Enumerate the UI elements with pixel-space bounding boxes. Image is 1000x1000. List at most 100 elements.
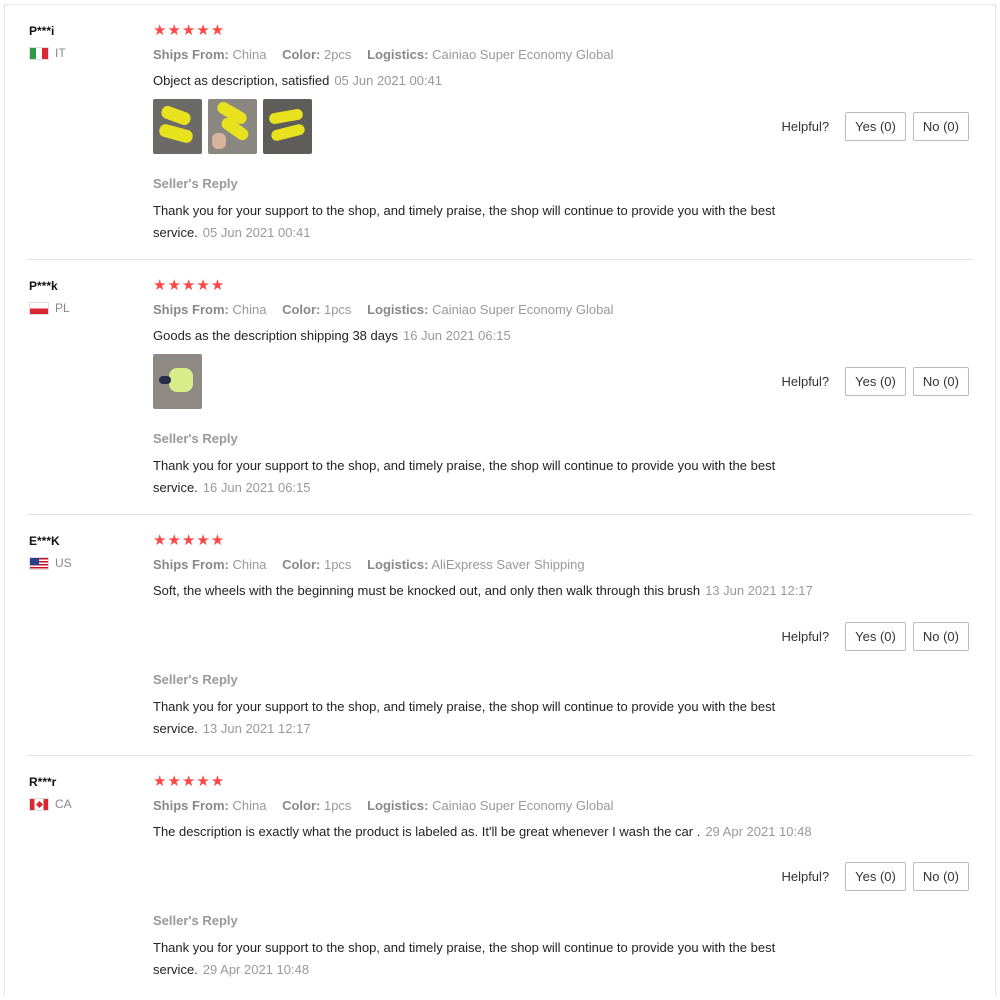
order-meta: Ships From: China Color: 2pcs Logistics:… bbox=[153, 46, 953, 64]
review-item: P***i IT ★★★★★ Ships From: China Color: … bbox=[27, 5, 973, 260]
helpful-no-button[interactable]: No (0) bbox=[912, 367, 969, 396]
reviewer-info: R***r CA bbox=[29, 774, 139, 812]
reviewer-name: E***K bbox=[29, 534, 60, 548]
star-rating: ★★★★★ bbox=[153, 773, 226, 790]
helpful-votes: Helpful? Yes (0) No (0) bbox=[781, 862, 969, 891]
review-text: Object as description, satisfied 05 Jun 2… bbox=[153, 72, 953, 90]
color-label: Color: bbox=[282, 47, 321, 62]
italy-flag-icon bbox=[29, 46, 49, 60]
logistics-value: Cainiao Super Economy Global bbox=[432, 302, 614, 317]
helpful-yes-button[interactable]: Yes (0) bbox=[845, 622, 906, 651]
seller-reply-text: Thank you for your support to the shop, … bbox=[153, 937, 823, 981]
star-rating: ★★★★★ bbox=[153, 277, 226, 294]
seller-reply-text: Thank you for your support to the shop, … bbox=[153, 696, 823, 740]
reply-date: 16 Jun 2021 06:15 bbox=[202, 480, 311, 495]
logistics-label: Logistics: bbox=[367, 557, 429, 572]
color-value: 1pcs bbox=[323, 302, 352, 317]
color-label: Color: bbox=[282, 798, 321, 813]
helpful-yes-button[interactable]: Yes (0) bbox=[845, 367, 906, 396]
helpful-no-button[interactable]: No (0) bbox=[912, 622, 969, 651]
review-photo[interactable] bbox=[263, 99, 312, 154]
poland-flag-icon bbox=[29, 301, 49, 315]
ships-from-value: China bbox=[232, 798, 267, 813]
review-date: 29 Apr 2021 10:48 bbox=[705, 824, 812, 839]
helpful-votes: Helpful? Yes (0) No (0) bbox=[781, 622, 969, 651]
reply-date: 29 Apr 2021 10:48 bbox=[202, 962, 310, 977]
reply-date: 05 Jun 2021 00:41 bbox=[202, 225, 311, 240]
order-meta: Ships From: China Color: 1pcs Logistics:… bbox=[153, 797, 953, 815]
logistics-label: Logistics: bbox=[367, 47, 429, 62]
logistics-label: Logistics: bbox=[367, 302, 429, 317]
review-photo[interactable] bbox=[153, 354, 202, 409]
color-value: 2pcs bbox=[323, 47, 352, 62]
helpful-label: Helpful? bbox=[781, 869, 830, 884]
review-body: The description is exactly what the prod… bbox=[153, 824, 701, 839]
country-code: US bbox=[55, 556, 72, 570]
logistics-label: Logistics: bbox=[367, 798, 429, 813]
country-code: CA bbox=[55, 797, 72, 811]
seller-reply-title: Seller's Reply bbox=[153, 913, 238, 928]
seller-reply: Seller's Reply Thank you for your suppor… bbox=[153, 430, 953, 499]
seller-reply-text: Thank you for your support to the shop, … bbox=[153, 200, 823, 244]
review-date: 13 Jun 2021 12:17 bbox=[705, 583, 813, 598]
reviewer-name: R***r bbox=[29, 775, 57, 789]
order-meta: Ships From: China Color: 1pcs Logistics:… bbox=[153, 556, 953, 574]
reviewer-info: P***k PL bbox=[29, 278, 139, 316]
ships-from-label: Ships From: bbox=[153, 798, 229, 813]
review-photo[interactable] bbox=[153, 99, 202, 154]
reviewer-name: P***i bbox=[29, 24, 55, 38]
review-content: ★★★★★ Ships From: China Color: 1pcs Logi… bbox=[153, 530, 953, 600]
ships-from-label: Ships From: bbox=[153, 302, 229, 317]
review-item: P***k PL ★★★★★ Ships From: China Color: … bbox=[27, 260, 973, 515]
color-label: Color: bbox=[282, 557, 321, 572]
helpful-yes-button[interactable]: Yes (0) bbox=[845, 112, 906, 141]
star-rating: ★★★★★ bbox=[153, 532, 226, 549]
reviewer-info: P***i IT bbox=[29, 23, 139, 61]
helpful-label: Helpful? bbox=[781, 629, 830, 644]
country-code: PL bbox=[55, 301, 70, 315]
helpful-no-button[interactable]: No (0) bbox=[912, 112, 969, 141]
logistics-value: Cainiao Super Economy Global bbox=[432, 798, 614, 813]
review-content: ★★★★★ Ships From: China Color: 1pcs Logi… bbox=[153, 771, 953, 841]
seller-reply: Seller's Reply Thank you for your suppor… bbox=[153, 912, 953, 981]
reviewer-info: E***K US bbox=[29, 533, 139, 571]
helpful-votes: Helpful? Yes (0) No (0) bbox=[781, 112, 969, 141]
reviewer-country: IT bbox=[29, 45, 139, 61]
seller-reply-title: Seller's Reply bbox=[153, 672, 238, 687]
seller-reply-text: Thank you for your support to the shop, … bbox=[153, 455, 823, 499]
ships-from-value: China bbox=[232, 302, 267, 317]
helpful-votes: Helpful? Yes (0) No (0) bbox=[781, 367, 969, 396]
review-text: Goods as the description shipping 38 day… bbox=[153, 327, 953, 345]
logistics-value: Cainiao Super Economy Global bbox=[432, 47, 614, 62]
logistics-value: AliExpress Saver Shipping bbox=[431, 557, 585, 572]
country-code: IT bbox=[55, 46, 66, 60]
helpful-label: Helpful? bbox=[781, 119, 830, 134]
review-body: Object as description, satisfied bbox=[153, 73, 330, 88]
usa-flag-icon bbox=[29, 556, 49, 570]
reviewer-country: PL bbox=[29, 300, 139, 316]
seller-reply: Seller's Reply Thank you for your suppor… bbox=[153, 175, 953, 244]
review-date: 05 Jun 2021 00:41 bbox=[334, 73, 443, 88]
order-meta: Ships From: China Color: 1pcs Logistics:… bbox=[153, 301, 953, 319]
reviewer-name: P***k bbox=[29, 279, 58, 293]
canada-flag-icon bbox=[29, 797, 49, 811]
review-body: Soft, the wheels with the beginning must… bbox=[153, 583, 701, 598]
review-item: R***r CA ★★★★★ Ships From: China Color: … bbox=[27, 756, 973, 996]
helpful-yes-button[interactable]: Yes (0) bbox=[845, 862, 906, 891]
review-photo[interactable] bbox=[208, 99, 257, 154]
ships-from-label: Ships From: bbox=[153, 557, 229, 572]
review-text: The description is exactly what the prod… bbox=[153, 823, 953, 841]
reviewer-country: US bbox=[29, 555, 139, 571]
seller-reply-title: Seller's Reply bbox=[153, 431, 238, 446]
ships-from-value: China bbox=[232, 47, 267, 62]
helpful-label: Helpful? bbox=[781, 374, 830, 389]
ships-from-label: Ships From: bbox=[153, 47, 229, 62]
star-rating: ★★★★★ bbox=[153, 22, 226, 39]
color-value: 1pcs bbox=[323, 557, 352, 572]
review-text: Soft, the wheels with the beginning must… bbox=[153, 582, 953, 600]
review-body: Goods as the description shipping 38 day… bbox=[153, 328, 398, 343]
reviews-panel: P***i IT ★★★★★ Ships From: China Color: … bbox=[4, 4, 996, 996]
reply-date: 13 Jun 2021 12:17 bbox=[202, 721, 311, 736]
color-value: 1pcs bbox=[323, 798, 352, 813]
helpful-no-button[interactable]: No (0) bbox=[912, 862, 969, 891]
